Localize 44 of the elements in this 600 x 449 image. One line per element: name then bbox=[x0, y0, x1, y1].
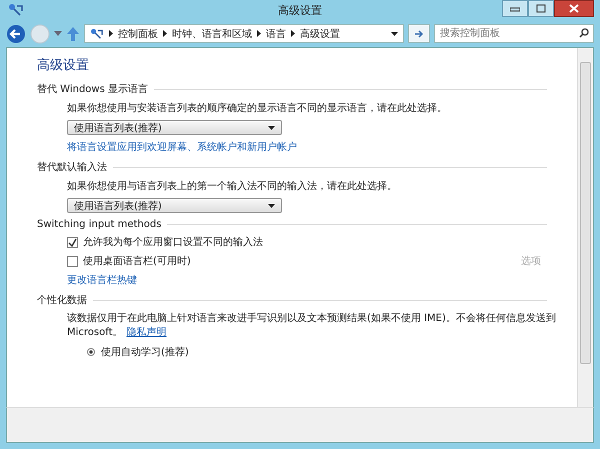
chevron-right-icon bbox=[109, 30, 113, 37]
arrow-right-icon bbox=[413, 28, 425, 38]
back-button[interactable] bbox=[6, 24, 26, 44]
refresh-button[interactable] bbox=[408, 24, 430, 43]
section-title: 替代 Windows 显示语言 bbox=[37, 82, 148, 96]
address-bar[interactable]: 控制面板 时钟、语言和区域 语言 高级设置 bbox=[84, 24, 404, 43]
radio-button[interactable] bbox=[87, 348, 95, 356]
dropdown-arrow-icon[interactable] bbox=[391, 32, 398, 36]
description-text: 该数据仅用于在此电脑上针对语言来改进手写识别以及文本预测结果(如果不使用 IME)。不会将任何信息发送到 Microsoft。 隐私声明 bbox=[67, 312, 557, 340]
maximize-button[interactable] bbox=[528, 0, 554, 17]
language-dropdown[interactable]: 使用语言列表(推荐) bbox=[67, 198, 282, 213]
hotkeys-link[interactable]: 更改语言栏热键 bbox=[67, 273, 137, 287]
checkbox-label: 使用桌面语言栏(可用时) bbox=[83, 254, 191, 268]
close-icon bbox=[569, 4, 579, 13]
chevron-right-icon bbox=[291, 30, 295, 37]
dropdown-arrow-icon bbox=[268, 204, 275, 208]
section-title: Switching input methods bbox=[37, 219, 162, 230]
section-title: 个性化数据 bbox=[37, 294, 87, 307]
language-dropdown[interactable]: 使用语言列表(推荐) bbox=[67, 120, 282, 135]
radio-label: 使用自动学习(推荐) bbox=[101, 346, 189, 359]
breadcrumb-item[interactable]: 高级设置 bbox=[300, 26, 340, 40]
window-title: 高级设置 bbox=[278, 2, 322, 18]
dropdown-arrow-icon bbox=[268, 126, 275, 130]
breadcrumb-item[interactable]: 控制面板 bbox=[118, 26, 158, 40]
chevron-right-icon bbox=[257, 30, 261, 37]
chevron-right-icon bbox=[163, 30, 167, 37]
section-title: 替代默认输入法 bbox=[37, 160, 107, 174]
description-text: 如果你想使用与语言列表上的第一个输入法不同的输入法，请在此处选择。 bbox=[67, 180, 397, 193]
privacy-link[interactable]: 隐私声明 bbox=[126, 327, 167, 338]
breadcrumb-item[interactable]: 时钟、语言和区域 bbox=[172, 26, 252, 40]
maximize-icon bbox=[536, 4, 546, 13]
minimize-icon bbox=[510, 6, 520, 12]
close-button[interactable] bbox=[554, 0, 594, 17]
page-heading: 高级设置 bbox=[37, 57, 90, 74]
search-icon bbox=[579, 28, 589, 38]
breadcrumb-item[interactable]: 语言 bbox=[266, 26, 286, 40]
checkbox[interactable] bbox=[67, 256, 78, 266]
search-field[interactable]: 搜索控制面板 bbox=[434, 24, 594, 43]
checkbox[interactable] bbox=[67, 236, 78, 248]
description-text: 如果你想使用与安装语言列表的顺序确定的显示语言不同的显示语言，请在此处选择。 bbox=[67, 102, 447, 115]
checkbox-label: 允许我为每个应用窗口设置不同的输入法 bbox=[83, 236, 263, 249]
settings-link[interactable]: 将语言设置应用到欢迎屏幕、系统帐户和新用户帐户 bbox=[67, 140, 297, 154]
scrollbar[interactable] bbox=[577, 48, 593, 407]
minimize-button[interactable] bbox=[502, 0, 528, 17]
